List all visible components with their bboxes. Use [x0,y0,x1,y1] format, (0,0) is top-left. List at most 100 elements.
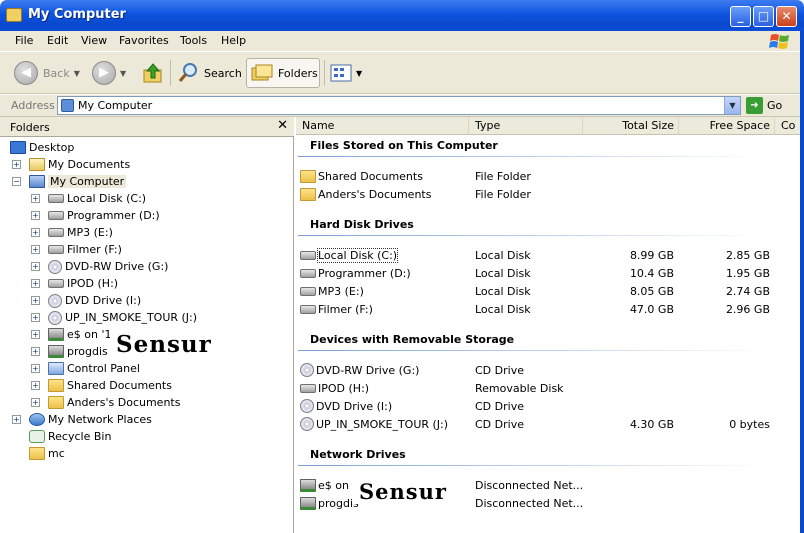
item-total-size: 47.0 GB [629,303,674,316]
tree-item[interactable]: My Network Places [29,411,152,428]
folder-icon [300,187,316,201]
list-item[interactable]: UP_IN_SMOKE_TOUR (J:) CD Drive 4.30 GB 0 by… [300,415,790,433]
expand-icon[interactable]: + [31,313,40,322]
tree-item[interactable]: Local Disk (C:) [48,190,146,207]
address-dropdown-button[interactable]: ▼ [724,97,740,114]
column-header-name[interactable]: Name [296,117,469,135]
expand-icon[interactable]: + [12,415,21,424]
expand-icon[interactable]: + [31,347,40,356]
address-input[interactable]: My Computer ▼ [57,96,741,115]
expand-icon[interactable]: + [31,211,40,220]
drive-icon [48,228,64,237]
expand-icon[interactable]: + [31,381,40,390]
tree-item[interactable]: Anders's Documents [48,394,180,411]
close-icon[interactable]: ✕ [277,118,288,133]
item-name-cell: MP3 (E:) [300,282,364,300]
list-item[interactable]: MP3 (E:) Local Disk 8.05 GB 2.74 GB [300,282,790,300]
menu-view[interactable]: View [81,34,107,47]
tree-item[interactable]: DVD Drive (I:) [48,292,141,309]
tree-item[interactable]: progdis [48,343,108,360]
column-header-type[interactable]: Type [469,117,583,135]
tree-item[interactable]: Control Panel [48,360,140,377]
censor-watermark: Sensur [110,331,218,358]
list-item[interactable]: DVD-RW Drive (G:) CD Drive [300,361,790,379]
drive-icon [300,250,316,260]
expand-icon[interactable]: + [31,398,40,407]
back-arrow-icon: ◀ [14,61,38,85]
tree-item[interactable]: mc [29,445,65,462]
list-item[interactable]: IPOD (H:) Removable Disk [300,379,790,397]
menu-help[interactable]: Help [221,34,246,47]
item-name-cell: Shared Documents [300,167,423,185]
window-border [800,31,804,533]
back-button[interactable]: ◀ Back ▼ [14,58,80,88]
expand-icon[interactable]: + [31,364,40,373]
list-item[interactable]: Filmer (F:) Local Disk 47.0 GB 2.96 GB [300,300,790,318]
my-documents-icon [29,158,45,171]
menu-edit[interactable]: Edit [47,34,68,47]
toolbar-separator [324,60,325,86]
list-item[interactable]: Shared Documents File Folder [300,167,790,185]
item-type: Disconnected Net... [475,497,584,510]
toolbar-separator [170,60,171,86]
folders-button[interactable]: Folders [246,58,320,88]
menu-tools[interactable]: Tools [180,34,207,47]
expand-icon[interactable]: + [31,262,40,271]
tree-item[interactable]: Recycle Bin [29,428,111,445]
cd-icon [300,363,314,377]
column-header-free-space[interactable]: Free Space [679,117,775,135]
list-item[interactable]: DVD Drive (I:) CD Drive [300,397,790,415]
item-type: Disconnected Net... [475,479,584,492]
title-bar[interactable]: My Computer _ □ ✕ [0,0,804,31]
tree-item[interactable]: Programmer (D:) [48,207,160,224]
folders-pane-header: Folders ✕ [0,117,294,137]
column-header-total-size[interactable]: Total Size [583,117,679,135]
group-divider [298,235,768,236]
maximize-button[interactable]: □ [753,6,774,27]
go-arrow-icon: ➜ [746,97,763,114]
item-free-space: 1.95 GB [725,267,770,280]
list-item[interactable]: Programmer (D:) Local Disk 10.4 GB 1.95 GB [300,264,790,282]
tree-item[interactable]: Desktop [10,139,74,156]
forward-button[interactable]: ▶ ▼ [92,58,126,88]
item-type: CD Drive [475,418,524,431]
list-item[interactable]: Local Disk (C:) Local Disk 8.99 GB 2.85 GB [300,246,790,264]
expand-icon[interactable]: + [31,296,40,305]
item-type: File Folder [475,170,531,183]
group-header: Hard Disk Drives [310,218,414,231]
item-type: Local Disk [475,285,531,298]
tree-item[interactable]: IPOD (H:) [48,275,118,292]
tree-item[interactable]: e$ on '1 [48,326,111,343]
views-button[interactable]: ▼ [330,58,362,88]
expand-icon[interactable]: + [12,160,21,169]
drive-icon [48,245,64,254]
menu-file[interactable]: File [15,34,33,47]
tree-item[interactable]: DVD-RW Drive (G:) [48,258,168,275]
expand-icon[interactable]: + [31,194,40,203]
go-button[interactable]: ➜ Go [746,97,782,114]
minimize-button[interactable]: _ [730,6,751,27]
collapse-icon[interactable]: − [12,177,21,186]
up-folder-icon [143,63,162,83]
item-type: Local Disk [475,267,531,280]
close-button[interactable]: ✕ [776,6,797,27]
folders-pane-title: Folders [10,121,50,134]
item-name-cell: IPOD (H:) [300,379,369,397]
expand-icon[interactable]: + [31,228,40,237]
column-header-row: Name Type Total Size Free Space Co [296,117,804,135]
address-label: Address [11,99,55,112]
expand-icon[interactable]: + [31,330,40,339]
tree-item[interactable]: Shared Documents [48,377,172,394]
tree-item[interactable]: My Computer [29,173,127,190]
search-button[interactable]: Search [177,58,242,88]
tree-item-label: Programmer (D:) [67,209,160,222]
expand-icon[interactable]: + [31,245,40,254]
expand-icon[interactable]: + [31,279,40,288]
up-button[interactable] [142,58,164,88]
tree-item[interactable]: My Documents [29,156,130,173]
menu-favorites[interactable]: Favorites [119,34,169,47]
tree-item[interactable]: Filmer (F:) [48,241,122,258]
list-item[interactable]: Anders's Documents File Folder [300,185,790,203]
tree-item[interactable]: MP3 (E:) [48,224,113,241]
tree-item[interactable]: UP_IN_SMOKE_TOUR (J:) [48,309,197,326]
